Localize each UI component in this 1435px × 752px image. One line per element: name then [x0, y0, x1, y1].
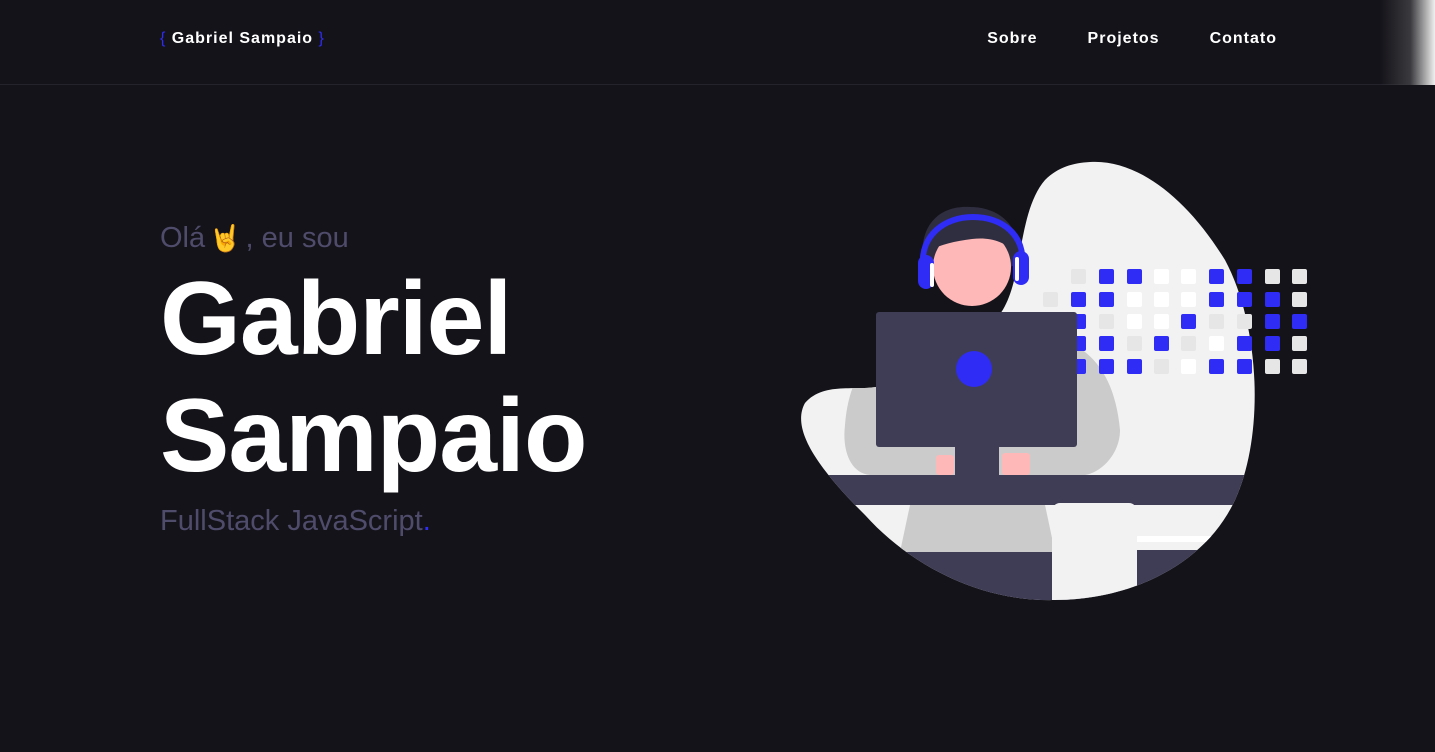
- chair-back: [1052, 503, 1137, 601]
- greeting-prefix: Olá: [160, 222, 206, 254]
- person-legs: [900, 505, 1055, 552]
- nav-link-sobre[interactable]: Sobre: [987, 30, 1037, 48]
- logo-open-brace: {: [160, 30, 167, 47]
- logo-name: Gabriel Sampaio: [171, 30, 314, 47]
- nav-link-projetos[interactable]: Projetos: [1088, 30, 1160, 48]
- hero-name-first: Gabriel: [160, 261, 512, 377]
- hero-name-last: Sampaio: [160, 378, 587, 494]
- navbar: { Gabriel Sampaio } Sobre Projetos Conta…: [0, 0, 1435, 85]
- desk-top: [801, 475, 1255, 505]
- greeting-suffix: , eu sou: [245, 222, 349, 254]
- scroll-fade-edge: [1380, 0, 1435, 85]
- site-logo[interactable]: { Gabriel Sampaio }: [160, 30, 325, 48]
- rock-hand-icon: 🤘: [209, 223, 242, 253]
- logo-close-brace: }: [318, 30, 325, 47]
- hero-name: Gabriel Sampaio: [160, 261, 587, 495]
- nav-menu: Sobre Projetos Contato: [987, 30, 1277, 48]
- floor-stripe: [1130, 536, 1255, 542]
- hero-role: FullStack JavaScript.: [160, 505, 586, 538]
- hero-section: Olá 🤘 , eu sou Gabriel Sampaio FullStack…: [160, 222, 587, 538]
- role-dot: .: [422, 505, 431, 537]
- role-text: FullStack JavaScript: [160, 505, 423, 537]
- nav-link-contato[interactable]: Contato: [1210, 30, 1277, 48]
- developer-at-computer-illustration: [801, 161, 1307, 601]
- hero-greeting: Olá 🤘 , eu sou: [160, 222, 586, 255]
